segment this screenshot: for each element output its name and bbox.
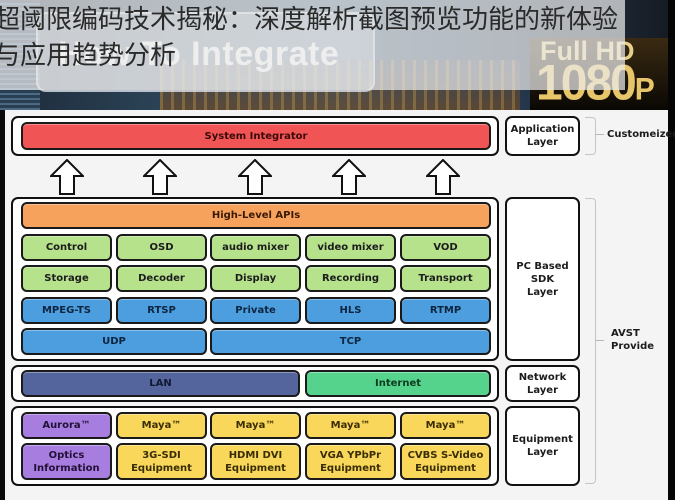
api-block-decoder: Decoder	[116, 265, 207, 292]
equipment-block-maya: Maya™	[400, 412, 491, 439]
network-layer-label: Network Layer	[505, 365, 580, 402]
protocol-block-udp: UDP	[21, 328, 207, 355]
equipment-block-3g-sdi: 3G-SDI Equipment	[116, 443, 207, 480]
protocol-block-rtmp: RTMP	[400, 297, 491, 324]
api-block-audio-mixer: audio mixer	[210, 234, 301, 261]
network-block-internet: Internet	[305, 370, 491, 397]
protocol-block-rtsp: RTSP	[116, 297, 207, 324]
right-border	[668, 0, 675, 500]
api-block-vod: VOD	[400, 234, 491, 261]
resolution-suffix: P	[634, 72, 655, 107]
customized-label: Customeized	[607, 129, 675, 140]
api-block-display: Display	[210, 265, 301, 292]
up-arrow-icon	[238, 159, 272, 195]
protocol-block-private: Private	[210, 297, 301, 324]
equipment-block-optics-information: Optics Information	[21, 443, 112, 480]
api-block-storage: Storage	[21, 265, 112, 292]
api-block-video-mixer: video mixer	[305, 234, 396, 261]
overlay-title: 超阈限编码技术揭秘：深度解析截图预览功能的新体验与应用趋势分析	[0, 5, 619, 71]
left-border	[0, 110, 5, 500]
equipment-block-hdmi-dvi: HDMI DVI Equipment	[210, 443, 301, 480]
equipment-layer-text: Equipment Layer	[512, 434, 573, 458]
api-block-recording: Recording	[305, 265, 396, 292]
up-arrow-icon	[426, 159, 460, 195]
equipment-block-aurora: Aurora™	[21, 412, 112, 439]
equipment-block-maya: Maya™	[116, 412, 207, 439]
protocol-block-hls: HLS	[305, 297, 396, 324]
overlay-title-box: 超阈限编码技术揭秘：深度解析截图预览功能的新体验与应用趋势分析	[0, 0, 625, 90]
equipment-block-maya: Maya™	[210, 412, 301, 439]
equipment-block-vga-ypbpr: VGA YPbPr Equipment	[305, 443, 396, 480]
application-layer-text: Application Layer	[510, 124, 575, 148]
sdk-layer-text: PC Based SDK Layer	[516, 260, 569, 298]
equipment-block-maya: Maya™	[305, 412, 396, 439]
high-level-apis-block: High-Level APIs	[21, 202, 491, 229]
application-layer-label: Application Layer	[505, 116, 580, 156]
customized-bracket-tick	[596, 134, 604, 135]
up-arrow-icon	[332, 159, 366, 195]
avst-bracket	[585, 198, 596, 484]
system-integrator-block: System Integrator	[21, 122, 491, 150]
up-arrow-icon	[50, 159, 84, 195]
api-block-control: Control	[21, 234, 112, 261]
network-layer-text: Network Layer	[518, 371, 567, 396]
sdk-layer-label: PC Based SDK Layer	[505, 197, 580, 361]
avst-bracket-tick	[596, 340, 604, 341]
api-block-osd: OSD	[116, 234, 207, 261]
network-block-lan: LAN	[21, 370, 300, 397]
protocol-block-mpeg-ts: MPEG-TS	[21, 297, 112, 324]
up-arrow-icon	[143, 159, 177, 195]
api-block-transport: Transport	[400, 265, 491, 292]
equipment-block-cvbs-s-video: CVBS S-Video Equipment	[400, 443, 491, 480]
equipment-layer-label: Equipment Layer	[505, 406, 580, 486]
customized-bracket	[585, 117, 596, 155]
protocol-block-tcp: TCP	[210, 328, 491, 355]
avst-provide-label: AVST Provide	[611, 328, 655, 352]
